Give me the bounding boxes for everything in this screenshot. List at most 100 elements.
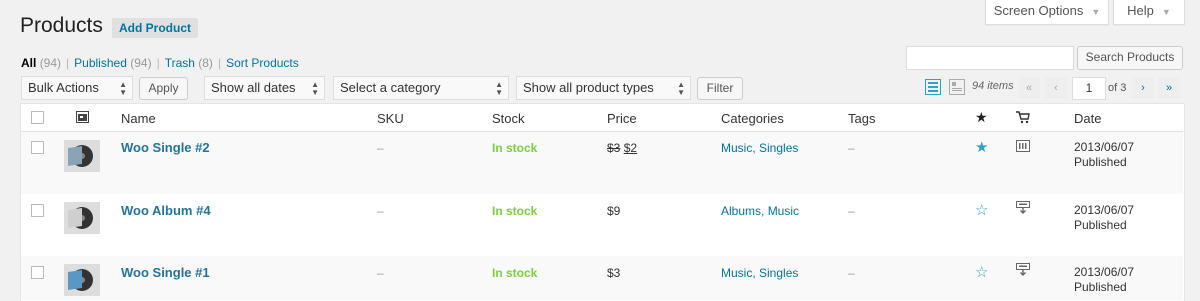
product-thumbnail[interactable] bbox=[64, 140, 100, 172]
view-all-link[interactable]: All bbox=[21, 56, 36, 70]
sleeve-image bbox=[68, 270, 82, 290]
current-page-input[interactable]: 1 bbox=[1072, 77, 1106, 100]
filter-button[interactable]: Filter bbox=[697, 77, 743, 100]
category-link[interactable]: Singles bbox=[759, 141, 798, 155]
sleeve-image bbox=[68, 146, 82, 166]
sku-value: – bbox=[377, 266, 384, 280]
product-name-link[interactable]: Woo Single #1 bbox=[121, 265, 210, 280]
prev-page-button[interactable]: ‹ bbox=[1045, 77, 1067, 99]
excerpt-view-icon[interactable] bbox=[949, 79, 965, 95]
featured-star-empty-icon[interactable]: ☆ bbox=[975, 263, 988, 281]
featured-star-icon[interactable]: ★ bbox=[975, 138, 988, 156]
categories-value: Albums, Music bbox=[721, 204, 799, 218]
post-status: Published bbox=[1074, 280, 1127, 294]
select-arrows-icon: ▲ ▼ bbox=[495, 80, 503, 97]
search-input[interactable] bbox=[906, 46, 1074, 70]
page-title: Products bbox=[20, 14, 103, 37]
separator: | bbox=[156, 56, 160, 70]
sort-products-link[interactable]: Sort Products bbox=[226, 56, 299, 70]
items-count: 94 items bbox=[972, 80, 1014, 92]
select-arrows-icon: ▲ ▼ bbox=[311, 80, 319, 97]
view-published-count: (94) bbox=[130, 56, 152, 70]
column-sku[interactable]: SKU bbox=[377, 111, 404, 126]
simple-product-icon bbox=[1016, 140, 1030, 152]
column-name[interactable]: Name bbox=[121, 111, 156, 126]
downloadable-product-icon bbox=[1016, 263, 1030, 276]
view-published-link[interactable]: Published bbox=[74, 56, 127, 70]
select-all-checkbox[interactable] bbox=[31, 111, 44, 124]
price-value: $9 bbox=[607, 204, 621, 218]
category-link[interactable]: Singles bbox=[759, 266, 798, 280]
stock-status: In stock bbox=[492, 141, 538, 155]
select-arrows-icon: ▲ ▼ bbox=[677, 80, 685, 97]
date-value: 2013/06/07 Published bbox=[1074, 265, 1134, 295]
category-separator: , bbox=[752, 266, 760, 280]
post-status: Published bbox=[1074, 218, 1127, 232]
date-text: 2013/06/07 bbox=[1074, 265, 1135, 279]
help-label: Help bbox=[1127, 3, 1154, 18]
column-stock: Stock bbox=[492, 111, 525, 126]
last-page-button[interactable]: » bbox=[1158, 77, 1180, 99]
apply-button[interactable]: Apply bbox=[139, 77, 188, 100]
view-filters: All (94) | Published (94) | Trash (8) | Sort P… bbox=[21, 56, 299, 70]
star-icon: ★ bbox=[975, 109, 988, 125]
product-name-link[interactable]: Woo Album #4 bbox=[121, 203, 211, 218]
sku-value: – bbox=[377, 204, 384, 218]
bulk-actions-select[interactable]: Bulk Actions ▲ ▼ bbox=[21, 76, 133, 100]
row-checkbox[interactable] bbox=[31, 141, 44, 154]
bulk-actions-value: Bulk Actions bbox=[28, 80, 99, 95]
date-value: 2013/06/07 Published bbox=[1074, 140, 1134, 170]
first-page-button[interactable]: « bbox=[1018, 77, 1040, 99]
category-link[interactable]: Music bbox=[721, 266, 752, 280]
next-page-button[interactable]: › bbox=[1132, 77, 1154, 99]
view-trash-link[interactable]: Trash bbox=[165, 56, 195, 70]
tags-value: – bbox=[848, 266, 855, 280]
dates-value: Show all dates bbox=[211, 80, 296, 95]
product-thumbnail[interactable] bbox=[64, 202, 100, 234]
category-link[interactable]: Music bbox=[768, 204, 799, 218]
view-trash-count: (8) bbox=[198, 56, 213, 70]
separator: | bbox=[66, 56, 70, 70]
category-separator: , bbox=[761, 204, 768, 218]
product-type-icon bbox=[1016, 111, 1030, 124]
post-status: Published bbox=[1074, 155, 1127, 169]
dates-select[interactable]: Show all dates ▲ ▼ bbox=[204, 76, 325, 100]
column-tags: Tags bbox=[848, 111, 876, 126]
column-price[interactable]: Price bbox=[607, 111, 637, 126]
product-type-select[interactable]: Show all product types ▲ ▼ bbox=[516, 76, 691, 100]
separator: | bbox=[217, 56, 222, 70]
image-icon bbox=[76, 111, 89, 123]
screen-options-tab[interactable]: Screen Options ▼ bbox=[985, 0, 1109, 25]
product-thumbnail[interactable] bbox=[64, 264, 100, 296]
sku-value: – bbox=[377, 141, 384, 155]
featured-star-empty-icon[interactable]: ☆ bbox=[975, 201, 988, 219]
stock-status: In stock bbox=[492, 266, 538, 280]
sleeve-image bbox=[68, 208, 82, 228]
category-link[interactable]: Albums bbox=[721, 204, 761, 218]
category-value: Select a category bbox=[340, 80, 441, 95]
date-value: 2013/06/07 Published bbox=[1074, 203, 1134, 233]
select-arrows-icon: ▲ ▼ bbox=[119, 80, 127, 97]
view-all-count: (94) bbox=[39, 56, 62, 70]
caret-down-icon: ▼ bbox=[1161, 7, 1171, 17]
add-product-button[interactable]: Add Product bbox=[112, 18, 198, 38]
list-view-icon[interactable] bbox=[925, 79, 941, 95]
category-select[interactable]: Select a category ▲ ▼ bbox=[333, 76, 509, 100]
search-products-button[interactable]: Search Products bbox=[1077, 46, 1183, 70]
regular-price: $3 bbox=[607, 141, 621, 155]
date-text: 2013/06/07 bbox=[1074, 140, 1135, 154]
screen-options-label: Screen Options bbox=[993, 3, 1084, 18]
category-link[interactable]: Music bbox=[721, 141, 752, 155]
price-value: $3 $2 bbox=[607, 141, 637, 155]
product-type-value: Show all product types bbox=[523, 80, 654, 95]
column-date[interactable]: Date bbox=[1074, 111, 1101, 126]
stock-status: In stock bbox=[492, 204, 538, 218]
product-name-link[interactable]: Woo Single #2 bbox=[121, 140, 210, 155]
caret-down-icon: ▼ bbox=[1091, 7, 1101, 17]
row-checkbox[interactable] bbox=[31, 204, 44, 217]
downloadable-product-icon bbox=[1016, 201, 1030, 214]
tags-value: – bbox=[848, 141, 855, 155]
row-checkbox[interactable] bbox=[31, 266, 44, 279]
help-tab[interactable]: Help ▼ bbox=[1113, 0, 1185, 25]
column-categories: Categories bbox=[721, 111, 784, 126]
